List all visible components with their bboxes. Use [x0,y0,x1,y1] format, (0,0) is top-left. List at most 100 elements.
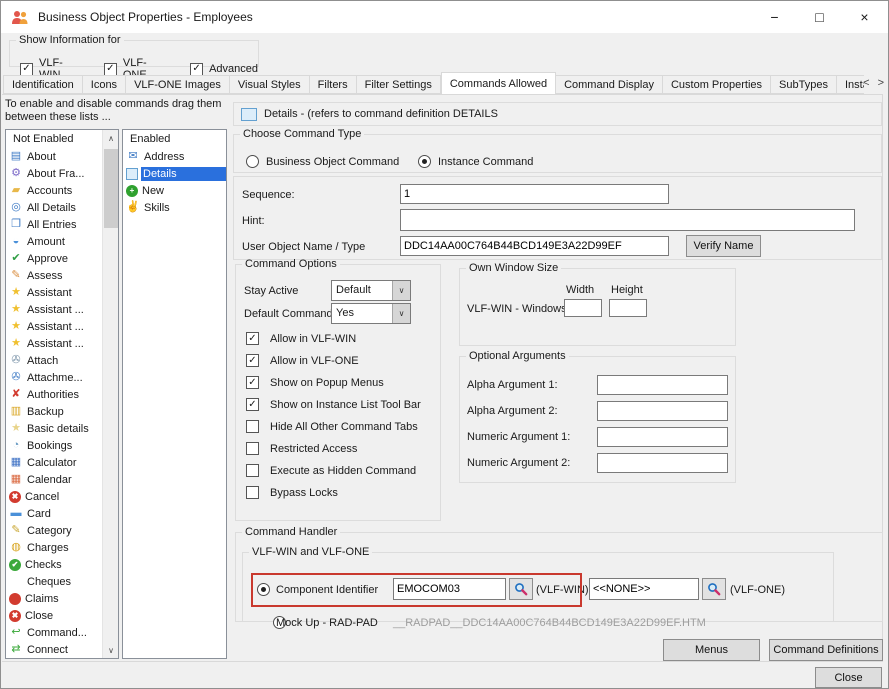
height-input[interactable] [609,299,647,317]
tab-scroll-right-icon[interactable]: > [878,77,884,89]
tab-commands-allowed[interactable]: Commands Allowed [441,72,556,94]
user-object-name-input[interactable] [400,236,669,256]
list-item-calendar[interactable]: ▦Calendar [6,471,101,488]
list-item-skills[interactable]: ✌Skills [123,199,226,216]
checkbox-restricted-access[interactable]: Restricted Access [246,442,421,455]
list-item-new[interactable]: +New [123,182,226,199]
tab-vlf-one-images[interactable]: VLF-ONE Images [126,75,230,94]
checkbox-label: Bypass Locks [270,487,338,499]
component-identifier-vlf-one-input[interactable] [589,578,699,600]
list-item-label: Bookings [26,440,72,452]
stay-active-dropdown[interactable]: Default ∨ [331,280,411,301]
list-item-card[interactable]: ▬Card [6,505,101,522]
list-item-details[interactable]: Details [123,165,226,182]
list-item-claims[interactable]: Claims [6,590,101,607]
pencil-icon: ✎ [9,270,23,282]
verify-name-button[interactable]: Verify Name [686,235,761,257]
checkbox-show-on-popup-menus[interactable]: ✓Show on Popup Menus [246,376,421,389]
list-item-authorities[interactable]: ✘Authorities [6,386,101,403]
undo-arrow-icon: ↩ [9,627,23,639]
list-header: Enabled [123,130,226,148]
list-item-label: Card [26,508,51,520]
folder-icon: ▰ [9,185,23,197]
checkbox-allow-in-vlf-one[interactable]: ✓Allow in VLF-ONE [246,354,421,367]
list-item-all-entries[interactable]: ❐All Entries [6,216,101,233]
tab-subtypes[interactable]: SubTypes [771,75,837,94]
tab-icons[interactable]: Icons [83,75,126,94]
list-item-assistant[interactable]: ★Assistant ... [6,318,101,335]
argument-label: Numeric Argument 1: [467,431,597,443]
command-definitions-button[interactable]: Command Definitions [769,639,883,661]
scrollbar-down-icon[interactable]: ∨ [103,642,119,658]
default-command-dropdown[interactable]: Yes ∨ [331,303,411,324]
scrollbar-thumb[interactable] [104,149,118,228]
numeric-argument-2-input[interactable] [597,453,728,473]
checkbox-hide-all-other-command-tabs[interactable]: Hide All Other Command Tabs [246,420,421,433]
close-button[interactable]: Close [815,667,882,688]
numeric-argument-1-input[interactable] [597,427,728,447]
list-item-accounts[interactable]: ▰Accounts [6,182,101,199]
tab-instance-list-re[interactable]: Instance List / Re [837,75,864,94]
list-item-all-details[interactable]: ◎All Details [6,199,101,216]
list-item-close[interactable]: ✖Close [6,607,101,624]
list-item-label: Claims [24,593,59,605]
list-item-checks[interactable]: ✔Checks [6,556,101,573]
list-item-basic-details[interactable]: ★Basic details [6,420,101,437]
list-item-calculator[interactable]: ▦Calculator [6,454,101,471]
checkbox-show-on-instance-list-tool-bar[interactable]: ✓Show on Instance List Tool Bar [246,398,421,411]
list-item-address[interactable]: ✉Address [123,148,226,165]
list-item-amount[interactable]: ◒Amount [6,233,101,250]
chevron-down-icon[interactable]: ∨ [392,281,410,300]
alpha-argument-1-input[interactable] [597,375,728,395]
user-object-name-label: User Object Name / Type [242,241,365,253]
list-item-charges[interactable]: ◍Charges [6,539,101,556]
minimize-button[interactable]: − [752,1,797,32]
list-item-attachme[interactable]: ✇Attachme... [6,369,101,386]
maximize-button[interactable]: □ [797,1,842,32]
list-item-category[interactable]: ✎Category [6,522,101,539]
checkbox-allow-in-vlf-win[interactable]: ✓Allow in VLF-WIN [246,332,421,345]
star-icon: ★ [9,287,23,299]
list-item-command[interactable]: ↩Command... [6,624,101,641]
vlf-one-search-button[interactable] [702,578,726,600]
argument-label: Alpha Argument 2: [467,405,597,417]
list-item-attach[interactable]: ✇Attach [6,352,101,369]
hint-input[interactable] [400,209,855,231]
list-item-assess[interactable]: ✎Assess [6,267,101,284]
hint-label: Hint: [242,215,265,227]
width-input[interactable] [564,299,602,317]
tab-filter-settings[interactable]: Filter Settings [357,75,441,94]
list-item-about-fra[interactable]: ⚙About Fra... [6,165,101,182]
list-item-approve[interactable]: ✔Approve [6,250,101,267]
bucket-icon: ◒ [9,236,23,248]
titlebar-close-button[interactable]: × [842,1,887,32]
chevron-down-icon[interactable]: ∨ [392,304,410,323]
tab-filters[interactable]: Filters [310,75,357,94]
radio-instance-command[interactable]: Instance Command [418,155,533,168]
list-item-cheques[interactable]: Cheques [6,573,101,590]
tab-scroll-left-icon[interactable]: < [863,77,869,89]
list-item-assistant[interactable]: ★Assistant [6,284,101,301]
list-item-assistant[interactable]: ★Assistant ... [6,335,101,352]
tab-visual-styles[interactable]: Visual Styles [230,75,310,94]
list-item-connect[interactable]: ⇄Connect [6,641,101,658]
scrollbar[interactable]: ∧ ∨ [102,130,118,658]
list-item-backup[interactable]: ▥Backup [6,403,101,420]
checkbox-bypass-locks[interactable]: Bypass Locks [246,486,421,499]
alpha-argument-2-input[interactable] [597,401,728,421]
checkbox-box [246,442,259,455]
checkbox-execute-as-hidden-command[interactable]: Execute as Hidden Command [246,464,421,477]
highlight-rectangle [251,573,582,607]
list-item-assistant[interactable]: ★Assistant ... [6,301,101,318]
menus-button[interactable]: Menus [663,639,760,661]
list-item-about[interactable]: ▤About [6,148,101,165]
radio-business-object-command[interactable]: Business Object Command [246,155,399,168]
sequence-input[interactable] [400,184,669,204]
scrollbar-up-icon[interactable]: ∧ [103,130,119,146]
list-item-cancel[interactable]: ✖Cancel [6,488,101,505]
tab-command-display[interactable]: Command Display [556,75,663,94]
list-item-bookings[interactable]: ◔Bookings [6,437,101,454]
optional-argument-row: Alpha Argument 1: [460,372,735,398]
tab-identification[interactable]: Identification [3,75,83,94]
tab-custom-properties[interactable]: Custom Properties [663,75,771,94]
